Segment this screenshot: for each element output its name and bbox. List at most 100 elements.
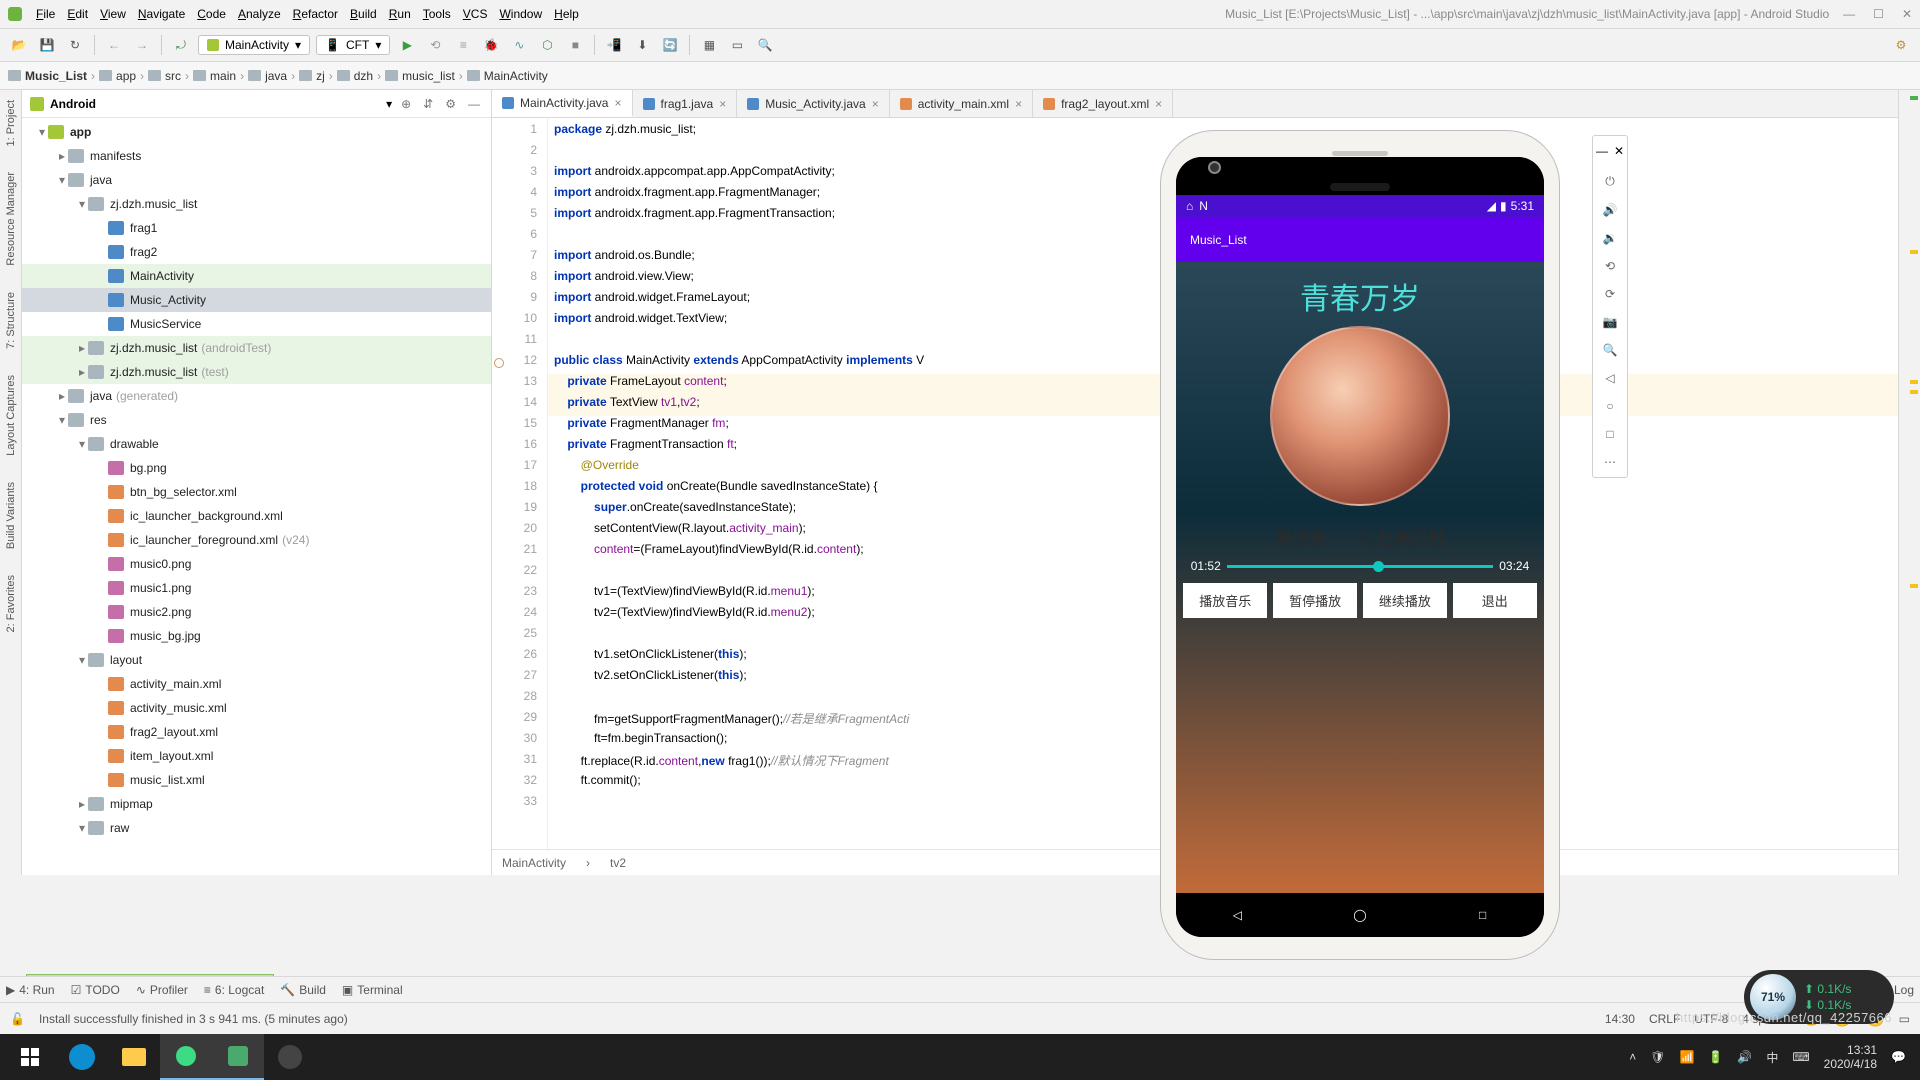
tree-item-java[interactable]: java bbox=[22, 168, 491, 192]
debug-button[interactable]: 🐞 bbox=[480, 34, 502, 56]
breadcrumb-music_list[interactable]: music_list bbox=[385, 69, 455, 83]
breadcrumb-java[interactable]: java bbox=[248, 69, 287, 83]
tree-arrow-icon[interactable] bbox=[56, 413, 68, 427]
marker-warn-icon[interactable] bbox=[1910, 390, 1918, 394]
stop-button[interactable]: ■ bbox=[564, 34, 586, 56]
input-icon[interactable]: ⌨ bbox=[1792, 1050, 1809, 1064]
close-button[interactable]: ✕ bbox=[1902, 7, 1912, 21]
menu-analyze[interactable]: Analyze bbox=[232, 5, 287, 23]
tree-item-musicservice[interactable]: MusicService bbox=[22, 312, 491, 336]
editor-tab-mainactivity-java[interactable]: MainActivity.java× bbox=[492, 90, 633, 117]
tree-item-java[interactable]: java(generated) bbox=[22, 384, 491, 408]
android-studio-task-icon[interactable] bbox=[160, 1034, 212, 1080]
rail-build-variants[interactable]: Build Variants bbox=[5, 482, 17, 549]
line-gutter[interactable]: 1234567891011121314151617181920212223242… bbox=[492, 118, 548, 849]
volume-down-icon[interactable]: 🔉 bbox=[1603, 231, 1618, 245]
menu-tools[interactable]: Tools bbox=[417, 5, 457, 23]
minimize-button[interactable]: — bbox=[1843, 7, 1855, 21]
breadcrumb-app[interactable]: app bbox=[99, 69, 136, 83]
notifications-icon[interactable]: 💬 bbox=[1891, 1050, 1906, 1064]
vscode-task-icon[interactable] bbox=[212, 1034, 264, 1080]
tree-arrow-icon[interactable] bbox=[76, 437, 88, 451]
player-button[interactable]: 播放音乐 bbox=[1183, 583, 1267, 618]
rail-layout-captures[interactable]: Layout Captures bbox=[5, 375, 17, 456]
breakpoint-icon[interactable] bbox=[494, 358, 504, 368]
tree-item-activity-main-xml[interactable]: activity_main.xml bbox=[22, 672, 491, 696]
breadcrumb-src[interactable]: src bbox=[148, 69, 181, 83]
breadcrumb-zj[interactable]: zj bbox=[299, 69, 325, 83]
menu-code[interactable]: Code bbox=[191, 5, 232, 23]
nav-home-button[interactable]: ◯ bbox=[1351, 906, 1369, 924]
tree-item-manifests[interactable]: manifests bbox=[22, 144, 491, 168]
menu-window[interactable]: Window bbox=[493, 5, 548, 23]
security-icon[interactable]: 🛡 bbox=[1650, 1050, 1665, 1064]
tree-item-btn-bg-selector-xml[interactable]: btn_bg_selector.xml bbox=[22, 480, 491, 504]
open-icon[interactable]: 📂 bbox=[8, 34, 30, 56]
tree-arrow-icon[interactable] bbox=[76, 341, 88, 355]
forward-button[interactable]: → bbox=[131, 34, 153, 56]
tree-item-frag2[interactable]: frag2 bbox=[22, 240, 491, 264]
project-tool-window[interactable]: Android ▾ ⊕ ⇵ ⚙ — appmanifestsjavazj.dzh… bbox=[22, 90, 492, 875]
rail----favorites[interactable]: 2: Favorites bbox=[5, 575, 17, 632]
tree-item-activity-music-xml[interactable]: activity_music.xml bbox=[22, 696, 491, 720]
marker-warn-icon[interactable] bbox=[1910, 380, 1918, 384]
tree-item-mainactivity[interactable]: MainActivity bbox=[22, 264, 491, 288]
minimize-icon[interactable]: — bbox=[1596, 144, 1608, 158]
editor-tab-activity-main-xml[interactable]: activity_main.xml× bbox=[890, 90, 1033, 117]
structure-icon[interactable]: ▦ bbox=[698, 34, 720, 56]
seek-bar[interactable] bbox=[1227, 565, 1493, 568]
tree-item-item-layout-xml[interactable]: item_layout.xml bbox=[22, 744, 491, 768]
menu-build[interactable]: Build bbox=[344, 5, 383, 23]
rail----project[interactable]: 1: Project bbox=[5, 100, 17, 146]
rail-resource-manager[interactable]: Resource Manager bbox=[5, 172, 17, 266]
tree-item-app[interactable]: app bbox=[22, 120, 491, 144]
browser-task-icon[interactable] bbox=[56, 1034, 108, 1080]
tree-item-music0-png[interactable]: music0.png bbox=[22, 552, 491, 576]
editor-tab-music-activity-java[interactable]: Music_Activity.java× bbox=[737, 90, 890, 117]
memory-icon[interactable]: ▭ bbox=[1899, 1012, 1910, 1026]
marker-warn-icon[interactable] bbox=[1910, 584, 1918, 588]
tree-item-music-list-xml[interactable]: music_list.xml bbox=[22, 768, 491, 792]
marker-ok-icon[interactable] bbox=[1910, 96, 1918, 100]
power-icon[interactable]: ⏻ bbox=[1605, 174, 1615, 189]
editor-tab-frag2-layout-xml[interactable]: frag2_layout.xml× bbox=[1033, 90, 1173, 117]
collapse-icon[interactable]: ⇵ bbox=[420, 97, 436, 111]
back-icon[interactable]: ◁ bbox=[1605, 371, 1614, 385]
tree-item-layout[interactable]: layout bbox=[22, 648, 491, 672]
tree-item-frag2-layout-xml[interactable]: frag2_layout.xml bbox=[22, 720, 491, 744]
todo-tab[interactable]: ☑ TODO bbox=[71, 983, 120, 997]
tree-arrow-icon[interactable] bbox=[76, 197, 88, 211]
profiler-icon[interactable]: ∿ bbox=[508, 34, 530, 56]
avd-icon[interactable]: 📲 bbox=[603, 34, 625, 56]
tab-close-icon[interactable]: × bbox=[614, 96, 621, 110]
chevron-down-icon[interactable]: ▾ bbox=[386, 97, 392, 111]
tab-close-icon[interactable]: × bbox=[872, 97, 879, 111]
more-icon[interactable]: ⋯ bbox=[1604, 455, 1616, 469]
tree-item-music-bg-jpg[interactable]: music_bg.jpg bbox=[22, 624, 491, 648]
gear-icon[interactable]: ⚙ bbox=[442, 97, 459, 111]
attach-debugger-icon[interactable]: ⬡ bbox=[536, 34, 558, 56]
menu-file[interactable]: File bbox=[30, 5, 61, 23]
settings-task-icon[interactable] bbox=[264, 1034, 316, 1080]
seek-thumb[interactable] bbox=[1373, 561, 1384, 572]
device-dropdown[interactable]: 📱 CFT ▾ bbox=[316, 35, 390, 55]
lang-icon[interactable]: 中 bbox=[1766, 1049, 1778, 1066]
tree-item-res[interactable]: res bbox=[22, 408, 491, 432]
player-button[interactable]: 继续播放 bbox=[1363, 583, 1447, 618]
menu-edit[interactable]: Edit bbox=[61, 5, 94, 23]
player-button[interactable]: 暂停播放 bbox=[1273, 583, 1357, 618]
tree-arrow-icon[interactable] bbox=[56, 173, 68, 187]
zoom-icon[interactable]: 🔍 bbox=[1603, 343, 1618, 357]
tree-arrow-icon[interactable] bbox=[76, 797, 88, 811]
explorer-task-icon[interactable] bbox=[108, 1034, 160, 1080]
project-view-label[interactable]: Android bbox=[50, 97, 380, 111]
tree-item-zj-dzh-music-list[interactable]: zj.dzh.music_list(test) bbox=[22, 360, 491, 384]
run-tab[interactable]: ▶ 4: Run bbox=[6, 983, 55, 997]
rotate-left-icon[interactable]: ⟲ bbox=[1605, 259, 1615, 273]
lock-icon[interactable]: 🔓 bbox=[10, 1012, 25, 1026]
tree-item-raw[interactable]: raw bbox=[22, 816, 491, 840]
tab-close-icon[interactable]: × bbox=[1015, 97, 1022, 111]
run-button[interactable]: ▶ bbox=[396, 34, 418, 56]
breadcrumb-music_list[interactable]: Music_List bbox=[8, 69, 87, 83]
tree-arrow-icon[interactable] bbox=[76, 653, 88, 667]
